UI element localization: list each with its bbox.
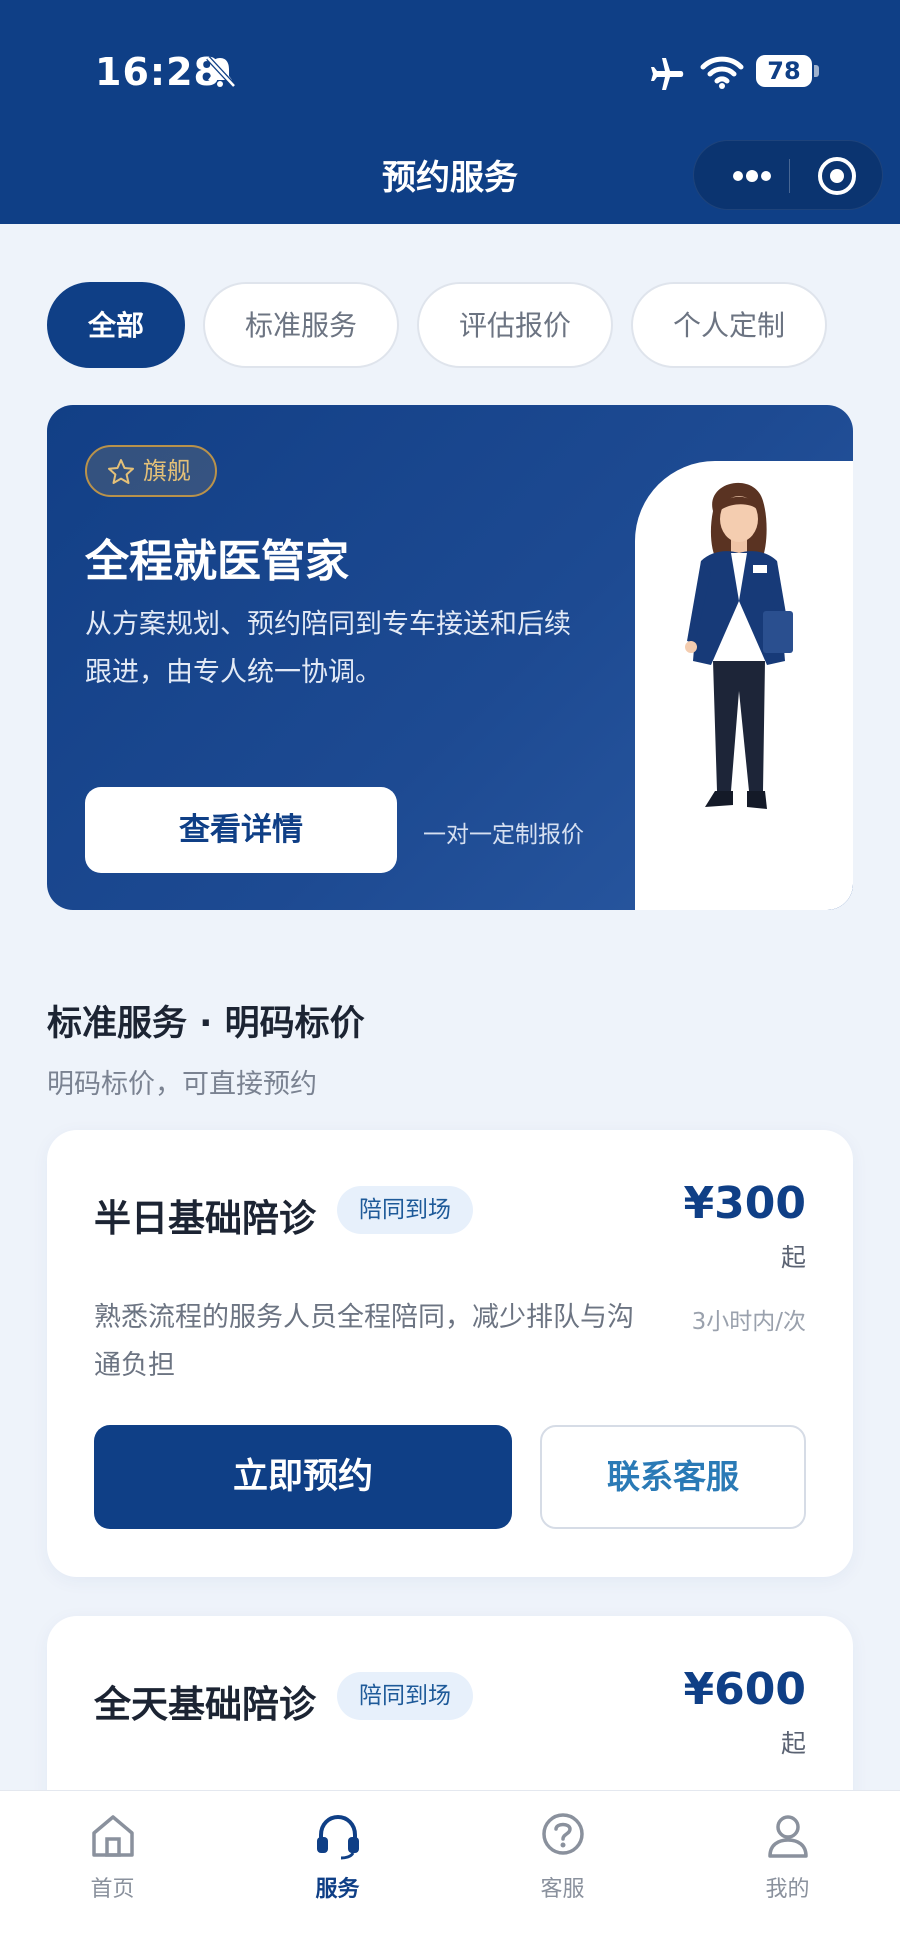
tabbar-mine[interactable]: 我的 [675,1791,900,1931]
mini-program-capsule [693,140,883,210]
service-tag: 陪同到场 [337,1672,473,1720]
filter-tabs: 全部 标准服务 评估报价 个人定制 [47,282,867,368]
service-description: 熟悉流程的服务人员全程陪同，减少排队与沟通负担 [94,1302,634,1381]
wifi-icon [700,56,744,89]
airplane-icon [651,58,684,90]
battery-tip [814,65,819,77]
price-unit: 起 [780,1243,806,1272]
section-title: 标准服务 · 明码标价 [47,1004,365,1044]
view-details-button[interactable]: 查看详情 [85,787,397,873]
banner-description: 从方案规划、预约陪同到专车接送和后续跟进，由专人统一协调。 [85,609,571,688]
banner-title: 全程就医管家 [85,536,349,587]
service-name: 全天基础陪诊 [94,1683,316,1726]
service-duration: 3小时内/次 [691,1309,806,1335]
woman-figure-icon [685,482,793,809]
bottom-tab-bar: 首页 服务 客服 我的 [0,1790,900,1957]
tabbar-label: 服务 [315,1877,360,1902]
tab-all[interactable]: 全部 [47,282,185,368]
tabbar-support[interactable]: 客服 [450,1791,675,1931]
tab-quote[interactable]: 评估报价 [417,282,613,368]
book-now-button[interactable]: 立即预约 [94,1425,512,1529]
capsule-divider [789,159,790,193]
price-unit: 起 [780,1729,806,1758]
tabbar-label: 客服 [540,1877,585,1902]
section-subtitle: 明码标价，可直接预约 [47,1069,317,1100]
tabbar-home[interactable]: 首页 [0,1791,225,1931]
help-icon [542,1813,584,1855]
close-target-icon[interactable] [814,153,860,199]
banner-note: 一对一定制报价 [423,822,584,848]
home-icon [92,1815,134,1857]
tab-standard[interactable]: 标准服务 [203,282,399,368]
status-bar: 16:28 78 [0,0,900,140]
tabbar-label: 我的 [765,1877,810,1902]
battery-indicator: 78 [756,55,812,87]
bell-muted-icon [206,56,236,88]
service-name: 半日基础陪诊 [94,1197,316,1240]
service-price: ¥300 [683,1178,806,1229]
badge-label: 旗舰 [143,457,191,485]
user-icon [768,1815,808,1858]
service-price: ¥600 [683,1664,806,1715]
flagship-banner: 旗舰 全程就医管家 从方案规划、预约陪同到专车接送和后续跟进，由专人统一协调。 … [47,405,853,910]
tabbar-label: 首页 [90,1877,135,1902]
tabbar-service[interactable]: 服务 [225,1791,450,1931]
app-header: 16:28 78 预约服务 [0,0,900,224]
more-icon[interactable] [722,155,782,197]
service-card: 半日基础陪诊 陪同到场 ¥300 起 熟悉流程的服务人员全程陪同，减少排队与沟通… [47,1130,853,1577]
tab-custom[interactable]: 个人定制 [631,282,827,368]
butler-illustration [635,461,853,910]
contact-service-button[interactable]: 联系客服 [540,1425,806,1529]
flagship-badge: 旗舰 [85,445,217,497]
service-tag: 陪同到场 [337,1186,473,1234]
headset-icon [317,1814,359,1860]
star-icon [108,459,134,484]
